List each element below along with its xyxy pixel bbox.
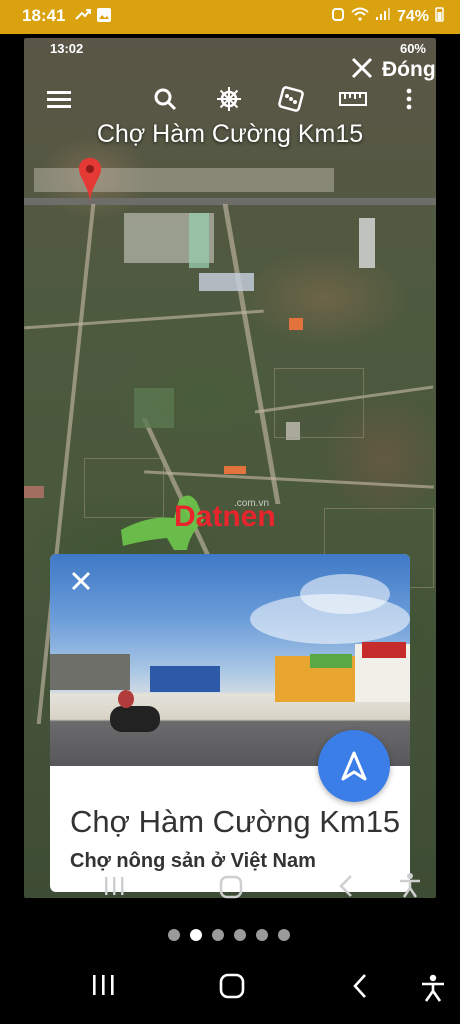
ship-wheel-icon[interactable] [214,84,244,114]
embedded-screenshot: 13:02 60% Đóng Chợ Hàm Cường Km15 Datnen… [24,38,436,898]
more-vert-icon[interactable] [394,84,424,114]
inner-recents-icon[interactable] [102,874,126,905]
page-dot[interactable] [190,929,202,941]
inner-accessibility-icon[interactable] [398,872,422,905]
ruler-icon[interactable] [338,84,368,114]
inner-back-icon[interactable] [336,874,356,905]
accessibility-icon[interactable] [420,974,446,1007]
page-dot[interactable] [234,929,246,941]
page-dot[interactable] [168,929,180,941]
place-card[interactable]: Chợ Hàm Cường Km15 Chợ nông sản ở Việt N… [50,554,410,892]
menu-icon[interactable] [44,84,74,114]
battery-icon [435,6,444,27]
missed-call-icon [74,7,92,26]
signal-icon [375,7,391,26]
watermark-domain: .com.vn [234,498,270,509]
page-dot[interactable] [256,929,268,941]
back-icon[interactable] [350,972,370,1005]
directions-button[interactable] [318,730,390,802]
inner-navigation-bar [0,868,460,908]
page-dot[interactable] [278,929,290,941]
outer-status-bar: 18:41 74% [0,0,460,34]
home-icon[interactable] [218,972,246,1005]
map-pin-icon[interactable] [78,156,102,211]
navigation-bar [0,962,460,1022]
card-title: Chợ Hàm Cường Km15 [70,804,401,839]
gallery-icon [96,7,112,26]
card-close-icon[interactable] [70,570,92,596]
inner-battery-percent: 60% [399,41,426,56]
status-time: 18:41 [22,6,66,25]
wifi-icon [351,7,369,26]
recents-icon[interactable] [90,972,116,1003]
status-right-group: 74% [331,6,444,27]
battery-percent: 74% [396,7,429,25]
inner-status-time: 13:02 [50,41,84,56]
dice-icon[interactable] [276,84,306,114]
search-icon[interactable] [150,84,180,114]
close-icon[interactable] [350,56,374,84]
alarm-icon [331,6,345,27]
page-dot[interactable] [212,929,224,941]
close-button[interactable]: Đóng [382,58,436,82]
place-title: Chợ Hàm Cường Km15 [96,120,364,148]
inner-home-icon[interactable] [218,874,244,907]
navigation-arrow-icon [341,751,367,781]
page-indicator [168,929,290,941]
map-toolbar [24,84,436,118]
